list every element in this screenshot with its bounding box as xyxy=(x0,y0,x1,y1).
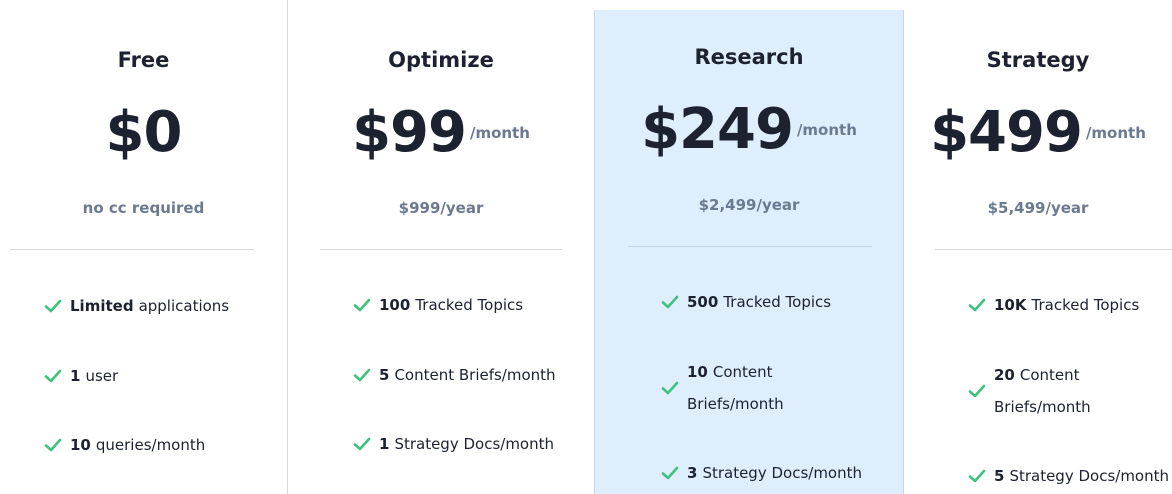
feature-item: 10 queries/month xyxy=(44,429,205,461)
price-subtext: no cc required xyxy=(82,199,205,217)
feature-bold: 100 xyxy=(379,296,411,314)
check-icon xyxy=(353,437,371,451)
feature-item: Limited applications xyxy=(44,290,229,322)
feature-bold: 10 xyxy=(70,436,91,454)
check-icon xyxy=(44,438,62,452)
feature-bold: Limited xyxy=(70,297,134,315)
feature-bold: 10 xyxy=(687,363,708,381)
divider xyxy=(10,249,254,250)
price-amount: $499 xyxy=(930,100,1083,165)
feature-bold: 10K xyxy=(994,296,1027,314)
plan-name: Research xyxy=(694,45,804,69)
plan-name: Optimize xyxy=(388,48,494,72)
check-icon xyxy=(661,295,679,309)
plan-name: Strategy xyxy=(986,48,1090,72)
feature-text-line2: Briefs/month xyxy=(687,395,784,413)
price-amount: $99 xyxy=(352,100,467,165)
check-icon xyxy=(44,369,62,383)
feature-text: queries/month xyxy=(95,436,206,454)
check-icon xyxy=(661,466,679,480)
check-icon xyxy=(353,368,371,382)
feature-text: user xyxy=(85,367,119,385)
feature-text: Tracked Topics xyxy=(723,293,832,311)
divider xyxy=(320,249,562,250)
feature-item: 3 Strategy Docs/month xyxy=(661,457,862,489)
plan-research: Research $249/month $2,499/year 500 Trac… xyxy=(594,10,904,494)
feature-item: 1 Strategy Docs/month xyxy=(353,428,554,460)
feature-text: Content Briefs/month xyxy=(394,366,556,384)
feature-bold: 5 xyxy=(994,467,1005,485)
feature-bold: 1 xyxy=(70,367,81,385)
feature-text-line2: Briefs/month xyxy=(994,398,1091,416)
price-row: $0 xyxy=(0,100,287,165)
price-subtext: $999/year xyxy=(398,199,484,217)
feature-text: Strategy Docs/month xyxy=(394,435,555,453)
feature-bold: 3 xyxy=(687,464,698,482)
plan-free: Free $0 no cc required Limited applicati… xyxy=(0,0,287,494)
check-icon xyxy=(353,298,371,312)
price-row: $249/month xyxy=(595,97,903,162)
pricing-table: Free $0 no cc required Limited applicati… xyxy=(0,0,1172,494)
feature-text: Content xyxy=(1019,366,1080,384)
feature-text: Tracked Topics xyxy=(415,296,524,314)
feature-text: Strategy Docs/month xyxy=(702,464,863,482)
feature-text: Tracked Topics xyxy=(1031,296,1140,314)
price-row: $499/month xyxy=(904,100,1172,165)
feature-item: 20 Content Briefs/month xyxy=(968,359,1091,423)
plan-name: Free xyxy=(117,48,170,72)
feature-bold: 500 xyxy=(687,293,719,311)
feature-text: Strategy Docs/month xyxy=(1009,467,1170,485)
plan-optimize: Optimize $99/month $999/year 100 Tracked… xyxy=(287,0,594,494)
price-amount: $249 xyxy=(641,97,794,162)
feature-item: 1 user xyxy=(44,360,118,392)
price-subtext: $5,499/year xyxy=(987,199,1089,217)
plan-strategy: Strategy $499/month $5,499/year 10K Trac… xyxy=(904,0,1172,494)
check-icon xyxy=(968,384,986,398)
feature-item: 500 Tracked Topics xyxy=(661,286,831,318)
feature-bold: 20 xyxy=(994,366,1015,384)
check-icon xyxy=(968,298,986,312)
divider xyxy=(935,249,1172,250)
feature-item: 5 Content Briefs/month xyxy=(353,359,556,391)
price-period: /month xyxy=(469,123,530,142)
feature-item: 10K Tracked Topics xyxy=(968,289,1139,321)
price-period: /month xyxy=(796,120,857,139)
feature-bold: 1 xyxy=(379,435,390,453)
feature-text: Content xyxy=(712,363,773,381)
price-subtext: $2,499/year xyxy=(698,196,800,214)
divider xyxy=(628,246,872,247)
check-icon xyxy=(968,469,986,483)
feature-item: 100 Tracked Topics xyxy=(353,289,523,321)
feature-text: applications xyxy=(138,297,230,315)
price-amount: $0 xyxy=(105,100,183,165)
feature-item: 5 Strategy Docs/month xyxy=(968,460,1169,492)
check-icon xyxy=(44,299,62,313)
check-icon xyxy=(661,381,679,395)
price-row: $99/month xyxy=(288,100,594,165)
price-period: /month xyxy=(1085,123,1146,142)
feature-bold: 5 xyxy=(379,366,390,384)
feature-item: 10 Content Briefs/month xyxy=(661,356,784,420)
